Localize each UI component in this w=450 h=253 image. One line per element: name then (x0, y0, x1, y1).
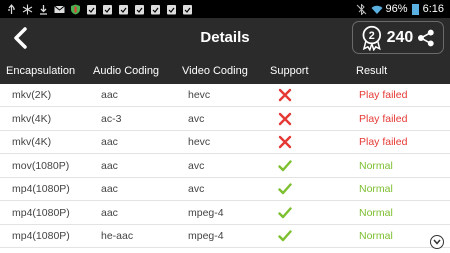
audio-coding-cell: aac (101, 159, 118, 172)
audio-coding-cell: ac-3 (101, 112, 122, 125)
unsupported-cross-icon (278, 135, 292, 149)
audio-coding-cell: aac (101, 89, 118, 101)
encapsulation-cell: mkv(4K) (12, 136, 52, 148)
audio-coding-cell: he-aac (101, 230, 134, 242)
supported-check-icon (278, 230, 292, 242)
shield-icon (70, 4, 81, 15)
table-row: mp4(1080P) he-aac mpeg-4 Normal (0, 225, 450, 248)
status-bar: 96% 6:16 (0, 0, 450, 18)
supported-check-icon (278, 206, 292, 218)
encapsulation-cell: mkv(4K) (12, 112, 52, 125)
result-cell: Play failed (359, 112, 408, 125)
table-row: mkv(4K) ac-3 avc Play failed (0, 108, 450, 131)
wifi-icon (371, 4, 383, 15)
usb-icon (6, 3, 17, 15)
clipboard-check-icon (182, 4, 193, 15)
award-badge-icon: 2 (362, 25, 382, 51)
video-coding-cell: avc (188, 112, 205, 125)
app-bar: Details 2 240 (0, 18, 450, 58)
column-header-audio-coding: Audio Coding (93, 65, 160, 77)
table-row: mkv(4K) aac hevc Play failed (0, 131, 450, 154)
system-status: 96% 6:16 (356, 2, 450, 16)
chevron-down-icon (433, 239, 441, 245)
column-header-support: Support (270, 65, 309, 77)
encapsulation-cell: mkv(2K) (12, 89, 52, 101)
clipboard-check-icon (150, 4, 161, 15)
column-header-video-coding: Video Coding (182, 65, 248, 77)
table-row: mkv(2K) aac hevc Play failed (0, 84, 450, 107)
encapsulation-cell: mov(1080P) (12, 159, 70, 172)
notification-icons (0, 3, 193, 15)
result-cell: Play failed (359, 89, 408, 101)
supported-check-icon (278, 183, 292, 195)
encapsulation-cell: mp4(1080P) (12, 183, 70, 195)
result-cell: Play failed (359, 136, 408, 148)
clipboard-check-icon (86, 4, 97, 15)
video-coding-cell: mpeg-4 (188, 206, 224, 219)
clock: 6:16 (422, 3, 444, 15)
points-share-panel[interactable]: 2 240 (352, 21, 444, 54)
download-icon (38, 4, 49, 15)
column-header-encapsulation: Encapsulation (6, 65, 76, 77)
clipboard-check-icon (166, 4, 177, 15)
audio-coding-cell: aac (101, 183, 118, 195)
encapsulation-cell: mp4(1080P) (12, 230, 70, 242)
table-row: mov(1080P) aac avc Normal (0, 155, 450, 178)
encapsulation-cell: mp4(1080P) (12, 206, 70, 219)
battery-percent: 96% (385, 3, 408, 15)
supported-check-icon (278, 159, 292, 171)
snowflake-icon (22, 4, 33, 15)
video-coding-cell: hevc (188, 89, 211, 101)
audio-coding-cell: aac (101, 136, 118, 148)
table-row: mp4(1080P) aac avc Normal (0, 178, 450, 201)
table-header: Encapsulation Audio Coding Video Coding … (0, 58, 450, 84)
audio-coding-cell: aac (101, 206, 118, 219)
clipboard-check-icon (118, 4, 129, 15)
unsupported-cross-icon (278, 112, 292, 125)
unsupported-cross-icon (278, 88, 292, 102)
bluetooth-muted-icon (356, 2, 367, 16)
scroll-down-button[interactable] (430, 235, 444, 249)
result-cell: Normal (359, 183, 393, 195)
clipboard-check-icon (102, 4, 113, 15)
table-row: mp4(1080P) aac mpeg-4 Normal (0, 202, 450, 225)
video-coding-cell: avc (188, 183, 205, 195)
points-value: 240 (386, 28, 414, 46)
result-cell: Normal (359, 159, 393, 172)
clipboard-check-icon (134, 4, 145, 15)
svg-text:2: 2 (369, 29, 375, 41)
video-coding-cell: hevc (188, 136, 211, 148)
battery-icon (411, 3, 419, 15)
column-header-result: Result (356, 65, 388, 77)
result-cell: Normal (359, 206, 393, 219)
result-cell: Normal (359, 230, 393, 242)
share-icon[interactable] (417, 29, 435, 47)
mail-icon (54, 4, 65, 15)
video-coding-cell: mpeg-4 (188, 230, 224, 242)
video-coding-cell: avc (188, 159, 205, 172)
